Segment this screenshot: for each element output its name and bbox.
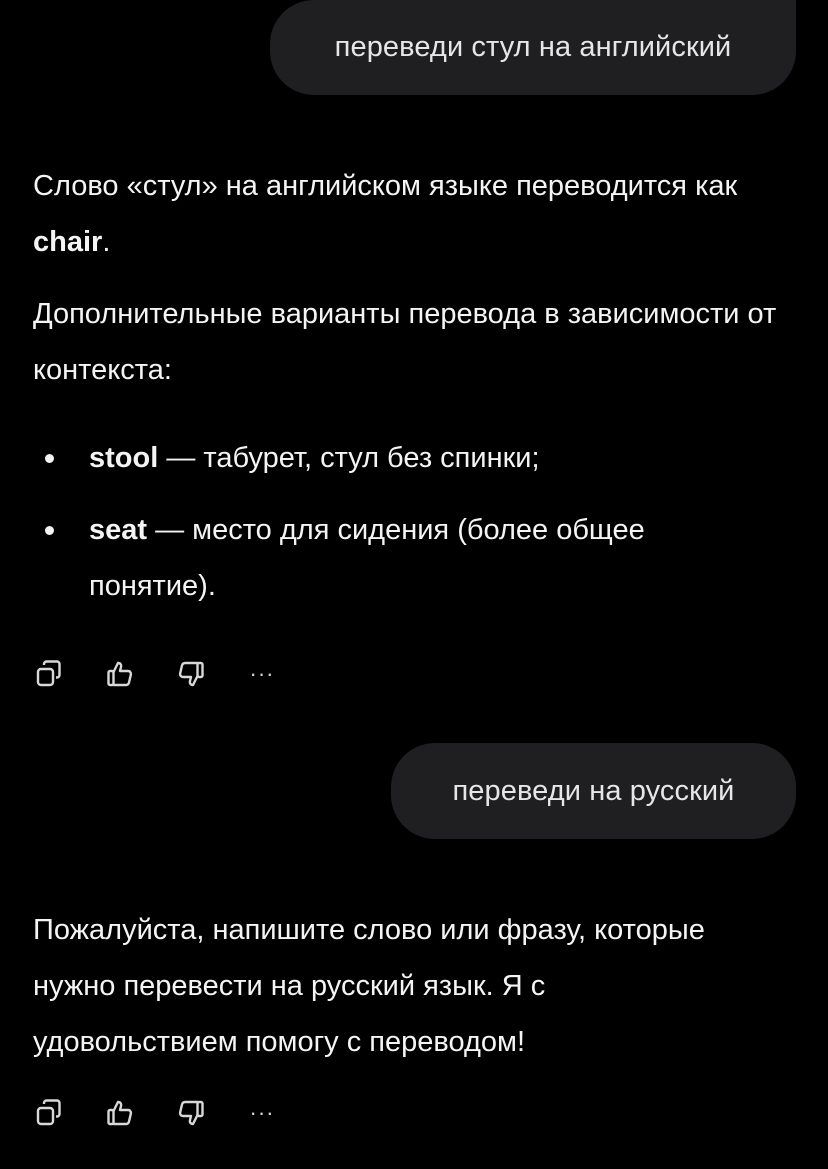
answer-bold-term: chair [33, 226, 103, 258]
message-actions: ··· [33, 1093, 317, 1133]
dislike-button[interactable] [175, 656, 207, 692]
bullet-icon [45, 526, 54, 535]
bullet-icon [45, 454, 54, 463]
translation-list: stool — табурет, стул без спинки; seat —… [33, 430, 803, 614]
term-description: — табурет, стул без спинки; [158, 442, 540, 474]
assistant-message: Пожалуйста, напишите слово или фразу, ко… [33, 902, 753, 1070]
answer-paragraph: Слово «стул» на английском языке перевод… [33, 158, 803, 270]
list-item: seat — место для сидения (более общее по… [33, 502, 749, 614]
thumbs-up-icon [107, 661, 133, 687]
dislike-button[interactable] [175, 1095, 207, 1131]
answer-paragraph: Дополнительные варианты перевода в завис… [33, 298, 777, 386]
copy-icon [36, 660, 61, 687]
assistant-message: Слово «стул» на английском языке перевод… [33, 158, 803, 630]
user-message-bubble: переведи стул на английский [270, 0, 796, 95]
term: seat [89, 514, 148, 546]
like-button[interactable] [104, 1095, 136, 1131]
thumbs-up-icon [107, 1100, 133, 1126]
term-description: — место для сидения (более общее понятие… [89, 514, 645, 602]
copy-button[interactable] [33, 656, 65, 692]
more-button[interactable]: ··· [246, 656, 278, 692]
user-message-text: переведи стул на английский [334, 31, 732, 63]
copy-button[interactable] [33, 1095, 65, 1131]
user-message-text: переведи на русский [452, 774, 735, 807]
list-item: stool — табурет, стул без спинки; [33, 430, 749, 486]
message-actions: ··· [33, 654, 317, 694]
thumbs-down-icon [178, 1100, 204, 1126]
like-button[interactable] [104, 656, 136, 692]
thumbs-down-icon [178, 661, 204, 687]
answer-text: Слово «стул» на английском языке перевод… [33, 170, 738, 202]
user-message-bubble: переведи на русский [391, 743, 796, 839]
more-button[interactable]: ··· [246, 1095, 278, 1131]
answer-paragraph: Пожалуйста, напишите слово или фразу, ко… [33, 914, 705, 1058]
term: stool [89, 442, 159, 474]
answer-text: . [102, 226, 111, 258]
copy-icon [36, 1099, 61, 1126]
